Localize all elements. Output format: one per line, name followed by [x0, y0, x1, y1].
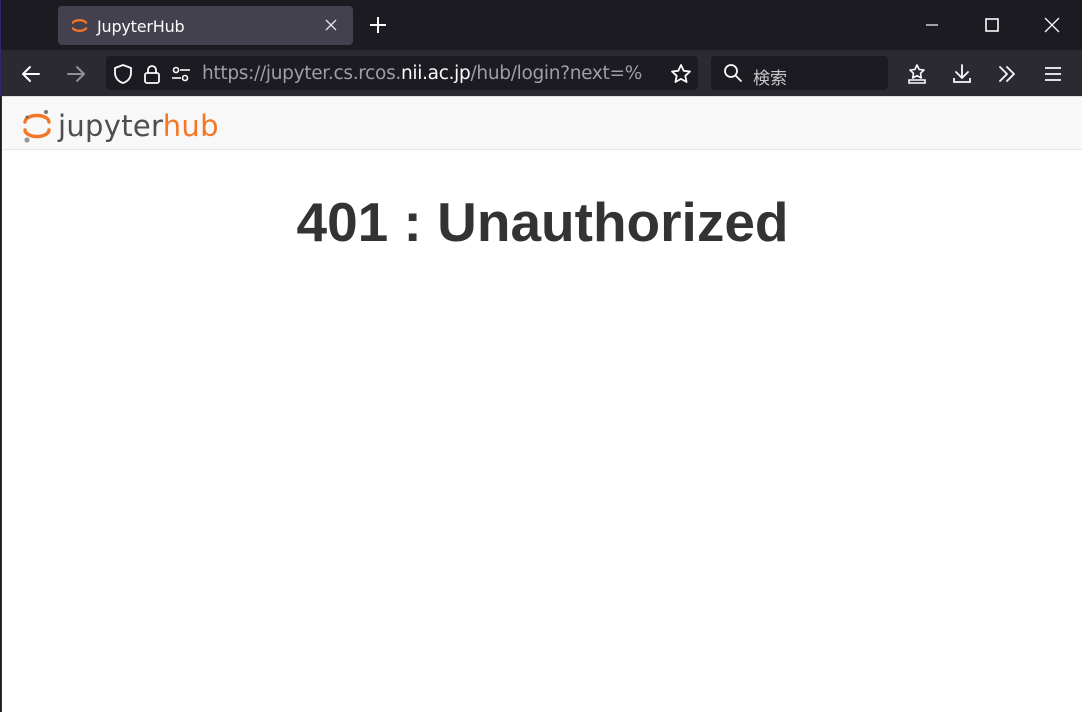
url-host: nii.ac.jp: [401, 63, 471, 84]
pocket-button[interactable]: [903, 60, 931, 88]
download-icon: [953, 64, 971, 83]
search-bar[interactable]: 検索: [711, 56, 888, 90]
star-icon[interactable]: [669, 62, 693, 86]
lock-icon[interactable]: [141, 63, 163, 85]
hamburger-menu-icon: [1045, 67, 1061, 81]
logo-hub-text: hub: [162, 109, 219, 143]
maximize-button[interactable]: [962, 0, 1022, 50]
jupyter-logo-icon: [71, 19, 88, 32]
address-bar[interactable]: https://jupyter.cs.rcos.nii.ac.jp/hub/lo…: [106, 56, 698, 90]
close-window-icon: [1044, 17, 1060, 33]
forward-arrow-icon: [67, 66, 85, 82]
maximize-icon: [985, 18, 999, 32]
shield-icon[interactable]: [112, 63, 134, 85]
overflow-chevrons-icon: [999, 66, 1015, 82]
close-window-button[interactable]: [1022, 0, 1082, 50]
downloads-button[interactable]: [948, 60, 976, 88]
back-button[interactable]: [17, 60, 45, 88]
url-prefix: https://jupyter.cs.rcos.: [202, 63, 401, 84]
new-tab-plus-icon[interactable]: [367, 14, 389, 36]
minimize-icon: [926, 24, 938, 26]
jupyterhub-logo[interactable]: jupyterhub: [22, 107, 219, 145]
pocket-icon: [908, 64, 926, 84]
close-tab-icon[interactable]: [323, 17, 339, 33]
back-arrow-icon: [22, 66, 40, 82]
forward-button[interactable]: [62, 60, 90, 88]
search-icon: [724, 64, 742, 82]
tab-title: JupyterHub: [97, 17, 185, 36]
browser-tab[interactable]: JupyterHub: [58, 6, 353, 45]
page-content: jupyterhub 401 : Unauthorized: [1, 96, 1082, 712]
minimize-button[interactable]: [902, 0, 962, 50]
logo-wordmark: jupyterhub: [58, 109, 219, 143]
search-placeholder: 検索: [753, 69, 787, 89]
jupyterhub-navbar: jupyterhub: [2, 96, 1082, 150]
app-menu-button[interactable]: [1039, 60, 1067, 88]
browser-toolbar: https://jupyter.cs.rcos.nii.ac.jp/hub/lo…: [0, 50, 1082, 96]
browser-titlebar: JupyterHub: [0, 0, 1082, 50]
logo-jupyter-text: jupyter: [58, 109, 163, 143]
jupyter-logo-icon: [23, 110, 51, 143]
url-path: /hub/login?next=%: [470, 63, 642, 84]
url-text[interactable]: https://jupyter.cs.rcos.nii.ac.jp/hub/lo…: [202, 63, 657, 84]
error-title: 401 : Unauthorized: [296, 191, 789, 253]
permissions-icon[interactable]: [170, 63, 192, 85]
overflow-button[interactable]: [993, 60, 1021, 88]
